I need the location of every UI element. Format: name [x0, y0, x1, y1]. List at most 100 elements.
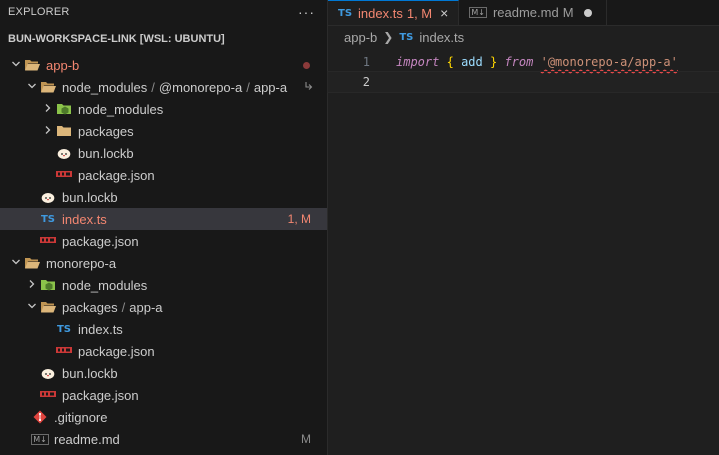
module-string-error[interactable]: '@monorepo-a/app-a' [541, 55, 678, 69]
tree-item[interactable]: .gitignore [0, 406, 327, 428]
node-modules-folder-icon [56, 101, 72, 117]
tree-item-label: package.json [62, 387, 139, 403]
tab-status: M [562, 5, 574, 20]
breadcrumb-folder[interactable]: app-b [344, 30, 377, 45]
code-line-current[interactable]: 2 [327, 71, 719, 93]
tree-item-label: packages [62, 299, 118, 315]
folder-open-icon [40, 299, 56, 315]
tree-item-path-segment: app-a [253, 79, 288, 95]
editor-area: TS index.ts 1, M × M↓ readme.md M app-b … [327, 0, 719, 455]
code-editor[interactable]: 1 import { add } from '@monorepo-a/app-a… [327, 48, 719, 93]
tab-label: index.ts [358, 5, 403, 21]
tree-item-label: app-b [46, 57, 80, 73]
bun-icon [56, 145, 72, 161]
tree-item[interactable]: package.json [0, 384, 327, 406]
tree-item[interactable]: node_modules [0, 98, 327, 120]
more-actions-icon[interactable]: ··· [298, 4, 315, 20]
chevron-down-icon[interactable] [8, 256, 24, 270]
git-status-badge: 1, M [287, 212, 311, 226]
npm-icon [56, 343, 72, 359]
chevron-down-icon[interactable] [8, 58, 24, 72]
tree-item[interactable]: package.json [0, 340, 327, 362]
tree-item-label: monorepo-a [46, 255, 117, 271]
tree-item-label: index.ts [62, 211, 107, 227]
git-status-badge: M [301, 432, 311, 446]
chevron-right-icon[interactable] [24, 278, 40, 292]
markdown-icon: M↓ [31, 433, 49, 445]
tree-item[interactable]: bun.lockb [0, 362, 327, 384]
tree-item[interactable]: M↓ readme.md M [0, 428, 327, 450]
chevron-right-icon: ❯ [383, 30, 394, 44]
keyword: from [504, 55, 534, 69]
git-icon [32, 409, 48, 425]
tree-item-label: node_modules [62, 277, 148, 293]
explorer-title: EXPLORER [8, 6, 70, 18]
tree-item-label: .gitignore [54, 409, 108, 425]
explorer-sidebar: EXPLORER ··· BUN-WORKSPACE-LINK [WSL: UB… [0, 0, 328, 455]
npm-icon [56, 167, 72, 183]
tree-item-path-segment: @monorepo-a [158, 79, 243, 95]
tree-item[interactable]: node_modules / @monorepo-a / app-a [0, 76, 327, 98]
tab-index-ts[interactable]: TS index.ts 1, M × [328, 0, 460, 25]
tree-item[interactable]: package.json [0, 230, 327, 252]
keyword: import [396, 55, 440, 69]
folder-open-icon [24, 255, 40, 271]
unsaved-dot-icon[interactable] [583, 8, 592, 17]
tree-item[interactable]: node_modules [0, 274, 327, 296]
tree-item-label: package.json [78, 167, 155, 183]
tree-item[interactable]: monorepo-a [0, 252, 327, 274]
npm-icon [40, 387, 56, 403]
path-separator: / [246, 79, 250, 95]
problem-dot-icon [303, 62, 310, 69]
chevron-down-icon[interactable] [24, 300, 40, 314]
tree-item-label: package.json [78, 343, 155, 359]
tree-item[interactable]: packages / app-a [0, 296, 327, 318]
tree-item[interactable]: bun.lockb [0, 142, 327, 164]
tree-item[interactable]: TS index.ts 1, M [0, 208, 327, 230]
code-line[interactable]: 1 import { add } from '@monorepo-a/app-a… [328, 52, 719, 72]
workspace-section-header[interactable]: BUN-WORKSPACE-LINK [WSL: UBUNTU] [0, 24, 327, 54]
tree-item-label: node_modules [78, 101, 164, 117]
line-content[interactable]: import { add } from '@monorepo-a/app-a' [370, 55, 678, 69]
folder-open-icon [40, 79, 56, 95]
tree-item-label: packages [78, 123, 134, 139]
tab-label: readme.md [492, 5, 559, 20]
tree-item[interactable]: app-b [0, 54, 327, 76]
tree-item-label: index.ts [78, 321, 123, 337]
tab-bar: TS index.ts 1, M × M↓ readme.md M [328, 0, 719, 26]
node-modules-folder-icon [40, 277, 56, 293]
workspace-name: BUN-WORKSPACE-LINK [WSL: UBUNTU] [8, 33, 225, 45]
tree-item-label: bun.lockb [62, 189, 118, 205]
tab-readme-md[interactable]: M↓ readme.md M [459, 0, 607, 25]
typescript-icon: TS [40, 213, 56, 225]
tree-item-label: readme.md [54, 431, 120, 447]
close-icon[interactable]: × [440, 5, 448, 21]
tree-item[interactable]: bun.lockb [0, 186, 327, 208]
tree-item-label: bun.lockb [62, 365, 118, 381]
tree-item-path-segment: app-a [129, 299, 163, 315]
tree-item[interactable]: TS index.ts [0, 318, 327, 340]
tree-item[interactable]: package.json [0, 164, 327, 186]
tree-item-label: node_modules [62, 79, 148, 95]
chevron-right-icon[interactable] [40, 124, 56, 138]
line-number: 2 [362, 75, 370, 89]
explorer-header: EXPLORER ··· [0, 0, 327, 24]
brace: { [446, 55, 454, 69]
tab-status: 1, M [406, 5, 433, 21]
breadcrumb-file[interactable]: index.ts [419, 30, 464, 45]
folder-icon [56, 123, 72, 139]
tree-item[interactable]: packages [0, 120, 327, 142]
bun-icon [40, 365, 56, 381]
typescript-icon: TS [399, 31, 414, 43]
tree-item-label: package.json [62, 233, 139, 249]
bun-icon [40, 189, 56, 205]
line-number: 1 [362, 55, 370, 69]
folder-open-icon [24, 57, 40, 73]
path-separator: / [121, 299, 126, 315]
tree-item-label: bun.lockb [78, 145, 134, 161]
chevron-right-icon[interactable] [40, 102, 56, 116]
chevron-down-icon[interactable] [24, 80, 40, 94]
npm-icon [40, 233, 56, 249]
typescript-icon: TS [338, 7, 353, 19]
symlink-icon [304, 80, 313, 94]
